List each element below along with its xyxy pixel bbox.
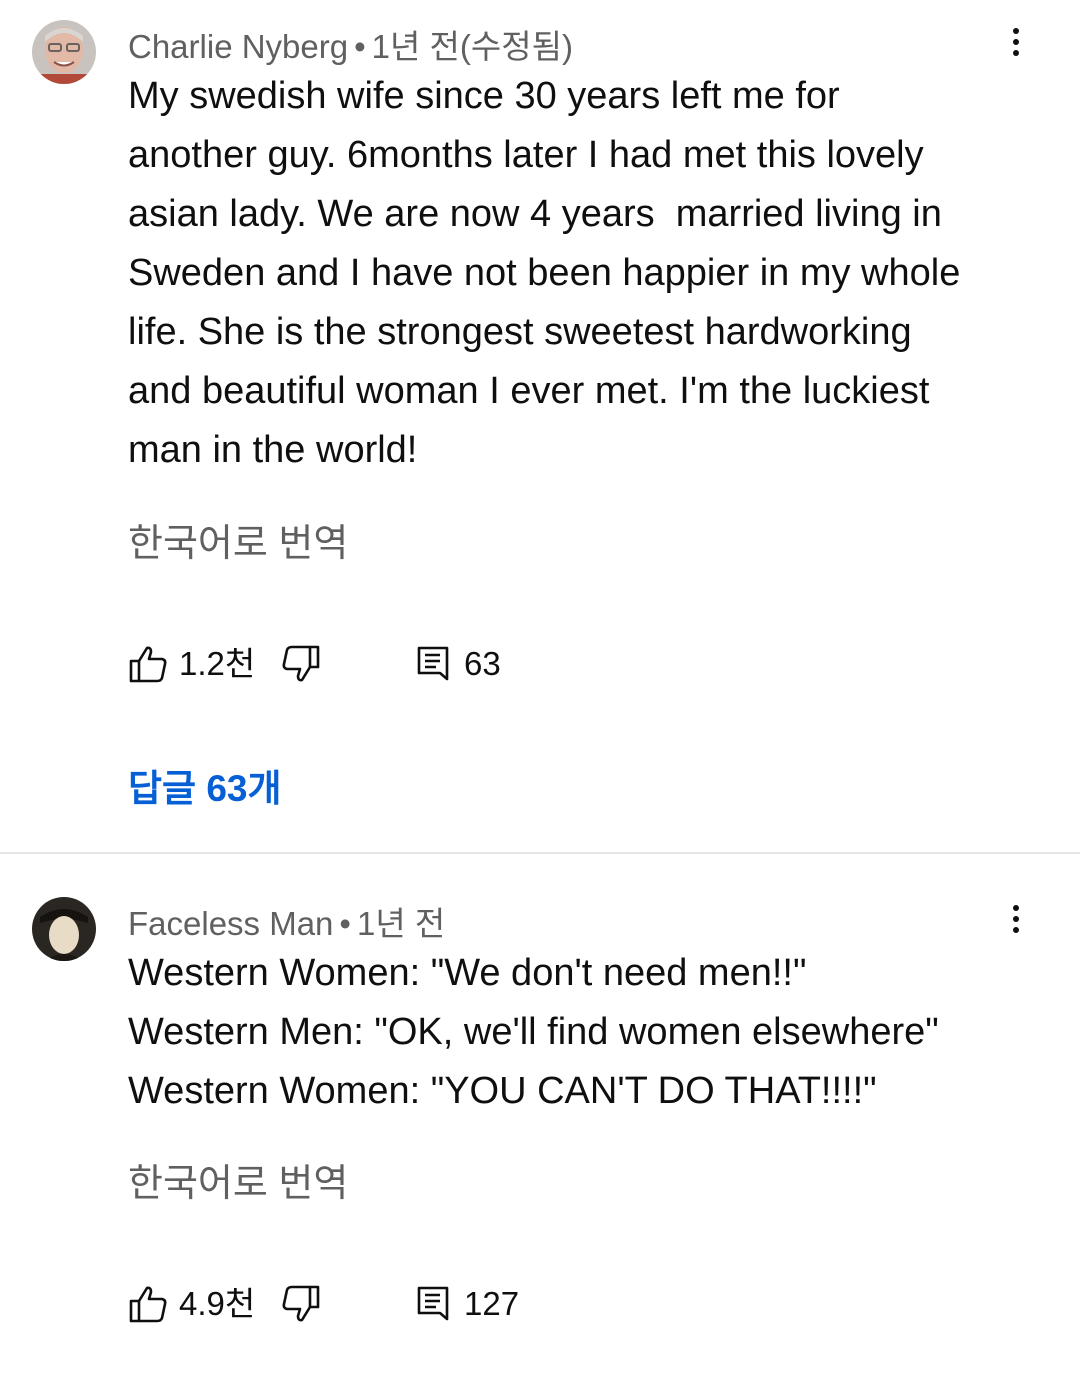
separator-dot: •	[354, 28, 366, 65]
translate-button[interactable]: 한국어로 번역	[128, 512, 348, 567]
comment-line: Sweden and I have not been happier in my…	[128, 252, 961, 294]
comment-icon[interactable]	[416, 642, 456, 686]
thumbs-up-icon[interactable]	[128, 1282, 168, 1326]
more-vert-icon[interactable]	[1000, 899, 1032, 939]
comment-actions: 1.2천 63	[128, 642, 828, 686]
comment-header: Charlie Nyberg • 1년 전(수정됨)	[128, 20, 573, 68]
author-name[interactable]: Charlie Nyberg	[128, 28, 348, 65]
comment-time: 1년 전	[356, 905, 446, 942]
comment-text: My swedish wife since 30 years left me f…	[128, 67, 1008, 480]
avatar[interactable]	[32, 20, 96, 84]
comment-line: Western Men: "OK, we'll find women elsew…	[128, 1011, 939, 1053]
comment-line: Western Women: "YOU CAN'T DO THAT!!!!"	[128, 1070, 877, 1112]
comment-item: Faceless Man • 1년 전 Western Women: "We don…	[0, 854, 1080, 1394]
profile-photo-icon	[32, 20, 96, 84]
reply-count: 127	[464, 1285, 520, 1322]
view-replies-link[interactable]: 답글 63개	[128, 758, 282, 812]
comment-line: Western Women: "We don't need men!!"	[128, 952, 807, 994]
thumbs-down-icon[interactable]	[281, 642, 321, 686]
thumbs-down-icon[interactable]	[281, 1282, 321, 1326]
like-count: 4.9천	[179, 1285, 256, 1322]
reply-count: 63	[464, 645, 501, 682]
profile-photo-icon	[32, 897, 96, 961]
like-count: 1.2천	[179, 645, 256, 682]
thumbs-up-icon[interactable]	[128, 642, 168, 686]
comment-line: life. She is the strongest sweetest hard…	[128, 311, 912, 353]
comment-text: Western Women: "We don't need men!!" Wes…	[128, 944, 1008, 1121]
comment-line: man in the world!	[128, 429, 418, 471]
translate-button[interactable]: 한국어로 번역	[128, 1152, 348, 1207]
avatar[interactable]	[32, 897, 96, 961]
separator-dot: •	[339, 905, 351, 942]
comment-line: asian lady. We are now 4 years married l…	[128, 193, 942, 235]
comment-line: and beautiful woman I ever met. I'm the …	[128, 370, 930, 412]
comment-item: Charlie Nyberg • 1년 전(수정됨) My swedish wife…	[0, 0, 1080, 852]
comment-icon[interactable]	[416, 1282, 456, 1326]
comment-actions: 4.9천 127	[128, 1282, 828, 1326]
more-vert-icon[interactable]	[1000, 22, 1032, 62]
comment-line: another guy. 6months later I had met thi…	[128, 134, 924, 176]
comment-header: Faceless Man • 1년 전	[128, 897, 445, 945]
author-name[interactable]: Faceless Man	[128, 905, 333, 942]
comment-line: My swedish wife since 30 years left me f…	[128, 75, 840, 117]
comment-time: 1년 전(수정됨)	[371, 28, 573, 65]
